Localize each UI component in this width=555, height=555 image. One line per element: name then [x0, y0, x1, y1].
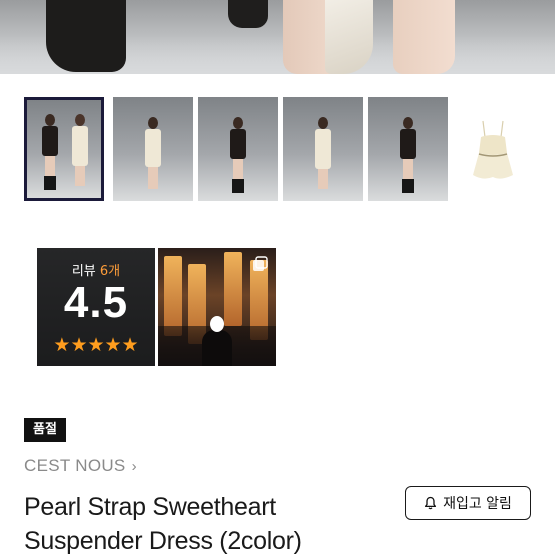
restock-button-label: 재입고 알림: [443, 496, 512, 512]
thumbnail-3[interactable]: [198, 97, 278, 201]
thumb-figure: [144, 117, 162, 195]
photo-building: [224, 252, 242, 326]
review-summary-tile[interactable]: 리뷰 6개 4.5 ★★★★★: [37, 248, 155, 366]
rating-stars: ★★★★★: [53, 334, 139, 356]
product-title: Pearl Strap Sweetheart Suspender Dress (…: [24, 490, 364, 555]
sold-out-badge: 품절: [24, 418, 66, 442]
thumb-figure: [399, 117, 417, 195]
thumb-figure: [41, 114, 59, 192]
hero-boot-left: [46, 0, 126, 72]
thumbnail-6[interactable]: [453, 97, 533, 201]
dress-icon: [473, 120, 513, 179]
thumb-figure: [229, 117, 247, 195]
main-product-image[interactable]: [0, 0, 555, 74]
hero-boot-right: [228, 0, 268, 28]
restock-alert-button[interactable]: 재입고 알림: [405, 486, 531, 520]
brand-link[interactable]: CEST NOUS ›: [24, 456, 137, 476]
photo-building: [164, 256, 182, 336]
review-count: 6개: [99, 264, 121, 279]
thumbnail-5[interactable]: [368, 97, 448, 201]
brand-name: CEST NOUS: [24, 456, 126, 475]
multiple-photos-icon: [253, 256, 268, 271]
review-photo-tile[interactable]: [158, 248, 276, 366]
photo-person: [202, 330, 232, 366]
review-score: 4.5: [63, 278, 129, 327]
thumbnail-4[interactable]: [283, 97, 363, 201]
hero-leg-right: [393, 0, 455, 74]
chevron-right-icon: ›: [131, 457, 137, 475]
hero-ruffle: [325, 0, 373, 74]
product-title-line-2: Suspender Dress (2color): [24, 527, 302, 555]
bell-icon: [425, 496, 437, 510]
thumbnail-1[interactable]: [24, 97, 104, 201]
thumb-figure: [314, 117, 332, 195]
thumb-figure: [71, 114, 89, 192]
review-count-label: 리뷰 6개: [37, 260, 155, 279]
thumbnail-2[interactable]: [113, 97, 193, 201]
product-title-line-1: Pearl Strap Sweetheart: [24, 493, 276, 521]
photo-face-blur: [210, 316, 224, 332]
review-label-text: 리뷰: [71, 264, 96, 279]
